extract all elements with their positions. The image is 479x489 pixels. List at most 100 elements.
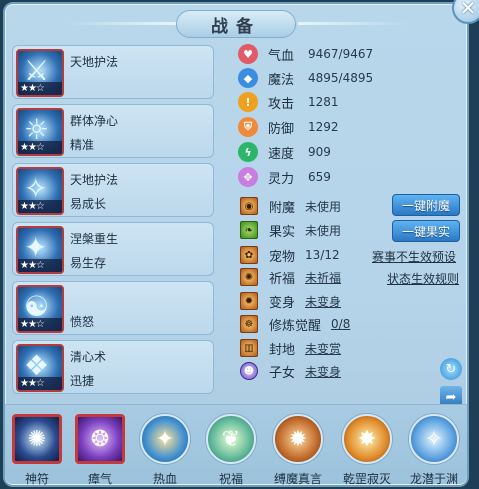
stat-value: 909	[308, 145, 331, 159]
skill-trait: 精准	[70, 138, 95, 152]
skill-trait: 易成长	[70, 197, 107, 211]
skill-trait: 愤怒	[70, 315, 95, 329]
stat-value: 4895/4895	[308, 71, 374, 85]
extra-value: 13/12	[305, 248, 340, 262]
buff-item[interactable]: ✧ 龙潜于渊	[406, 414, 462, 486]
stat-label: 气血	[268, 48, 295, 64]
stat-label: 魔法	[268, 72, 295, 88]
buff-item[interactable]: ✸ 乾罡寂灭	[339, 414, 395, 486]
stat-value: 9467/9467	[308, 47, 374, 61]
buff-label: 瘴气	[87, 472, 112, 486]
stat-label: 攻击	[268, 96, 295, 112]
children-icon: ☻	[240, 362, 258, 380]
extra-enchant: ◉ 附魔 未使用	[240, 195, 341, 217]
extra-pet: ✿ 宠物 13/12	[240, 244, 340, 266]
buff-label: 乾罡寂灭	[342, 472, 391, 486]
extra-label: 封地	[269, 342, 296, 358]
preset-link[interactable]: 赛事不生效预设	[372, 248, 456, 265]
stat-label: 防御	[268, 121, 295, 137]
extra-value-link[interactable]: 未变赏	[305, 340, 341, 357]
binding-mantra-icon: ✹	[273, 414, 323, 464]
buff-label: 祝福	[218, 472, 243, 486]
extra-value: 0/8	[331, 317, 351, 331]
skill-icon: ✧ ★★☆	[16, 167, 64, 215]
buff-item[interactable]: ❦ 祝福	[203, 414, 259, 486]
skill-card[interactable]: ⚔ ★★☆ 天地护法	[12, 45, 214, 99]
extra-label: 宠物	[269, 249, 296, 265]
extra-label: 附魔	[269, 200, 296, 216]
extra-label: 变身	[269, 295, 296, 311]
spirit-icon: ✥	[238, 167, 258, 187]
panel-title: 战备	[176, 10, 296, 38]
skill-card[interactable]: ✦ ★★☆ 涅槃重生 易生存	[12, 222, 214, 276]
buff-label: 热血	[152, 472, 177, 486]
extra-label: 修炼觉醒	[269, 318, 322, 334]
refresh-icon[interactable]: ↻	[440, 358, 462, 380]
extra-blessing: ✺ 祈福 未祈福	[240, 266, 341, 288]
stat-value: 1281	[308, 95, 339, 109]
skill-card[interactable]: ✧ ★★☆ 天地护法 易成长	[12, 163, 214, 217]
rules-link[interactable]: 状态生效规则	[387, 270, 459, 287]
extra-cultivation: ☸ 修炼觉醒 0/8	[240, 313, 350, 335]
title-decoration-right	[298, 22, 408, 25]
skill-trait: 易生存	[70, 256, 107, 270]
enchant-all-button[interactable]: 一键附魔	[392, 194, 460, 216]
buff-item[interactable]: ❂ 瘴气	[72, 414, 128, 486]
cultivation-icon: ☸	[240, 315, 258, 333]
extra-value: 未使用	[305, 199, 342, 214]
skill-card[interactable]: ❖ ★★☆ 清心术 迅捷	[12, 340, 214, 394]
shield-icon: ⛨	[238, 117, 258, 137]
extra-value-link[interactable]: 未变身	[305, 363, 341, 380]
skill-card[interactable]: ☯ ★★☆ 愤怒	[12, 281, 214, 335]
speed-icon: ϟ	[238, 142, 258, 162]
fief-icon: ▥	[240, 339, 258, 357]
buff-label: 龙潜于渊	[409, 472, 458, 486]
skill-trait: 迅捷	[70, 374, 95, 388]
extra-value-link[interactable]: 未祈福	[305, 269, 341, 286]
extra-value-link[interactable]: 未变身	[305, 293, 341, 310]
title-decoration-left	[66, 22, 176, 25]
skill-name: 天地护法	[70, 55, 119, 69]
buff-item[interactable]: ✺ 神符	[9, 414, 65, 486]
extra-value: 未使用	[305, 223, 342, 238]
skill-icon: ❖ ★★☆	[16, 344, 64, 392]
blessing-icon: ✺	[240, 268, 258, 286]
fruit-all-button[interactable]: 一键果实	[392, 220, 460, 242]
mana-icon: ◆	[238, 68, 258, 88]
enchant-icon: ◉	[240, 197, 258, 215]
skill-icon: ✦ ★★☆	[16, 226, 64, 274]
skill-card[interactable]: ☼ ★★☆ 群体净心 精准	[12, 104, 214, 158]
extra-transform: ✹ 变身 未变身	[240, 290, 341, 312]
stat-spirit: ✥ 灵力 659	[238, 166, 331, 188]
heart-icon: ♥	[238, 44, 258, 64]
fruit-icon: ❧	[240, 221, 258, 239]
extra-label: 果实	[269, 224, 296, 240]
extra-fief: ▥ 封地 未变赏	[240, 337, 341, 359]
blood-rage-icon: ✦	[140, 414, 190, 464]
pet-icon: ✿	[240, 246, 258, 264]
dragon-abyss-icon: ✧	[409, 414, 459, 464]
extra-children: ☻ 子女 未变身	[240, 360, 341, 382]
stat-label: 灵力	[268, 171, 295, 187]
talisman-icon: ✺	[12, 414, 62, 464]
buff-item[interactable]: ✦ 热血	[137, 414, 193, 486]
buff-label: 缚魔真言	[273, 472, 322, 486]
stat-label: 速度	[268, 146, 295, 162]
attack-icon: !	[238, 92, 258, 112]
miasma-icon: ❂	[75, 414, 125, 464]
skill-icon: ☼ ★★☆	[16, 108, 64, 156]
stat-attack: ! 攻击 1281	[238, 91, 339, 113]
skill-name: 群体净心	[70, 114, 119, 128]
blessing-buff-icon: ❦	[206, 414, 256, 464]
stat-value: 1292	[308, 120, 339, 134]
skill-name: 清心术	[70, 350, 107, 364]
stat-mp: ◆ 魔法 4895/4895	[238, 67, 373, 89]
extra-fruit: ❧ 果实 未使用	[240, 219, 341, 241]
skill-name: 涅槃重生	[70, 232, 119, 246]
extra-label: 祈福	[269, 271, 296, 287]
buff-label: 神符	[24, 472, 49, 486]
skill-icon: ⚔ ★★☆	[16, 49, 64, 97]
stat-value: 659	[308, 170, 331, 184]
annihilation-icon: ✸	[342, 414, 392, 464]
buff-item[interactable]: ✹ 缚魔真言	[270, 414, 326, 486]
